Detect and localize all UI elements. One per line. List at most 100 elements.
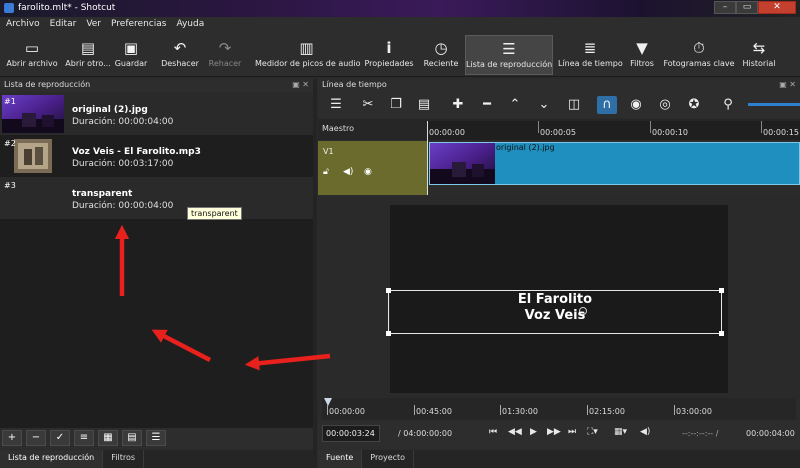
playlist-item[interactable]: #3 transparent Duración: 00:00:04:00 [0,177,313,219]
timeline-panel-title: Línea de tiempo [322,80,387,89]
remove-icon[interactable]: − [26,430,46,446]
info-icon: i [386,39,392,57]
playlist-item[interactable]: #2 Voz Veis - El Farolito.mp3 Duración: … [0,135,313,177]
track-header-v1[interactable]: V1 🔓︎ ◀︎) ◉ [318,141,427,195]
playlist-button[interactable]: ☰ Lista de reproducción [465,35,553,75]
visibility-eye-icon[interactable]: ◉ [364,167,372,177]
shotcut-window: farolito.mlt* - Shotcut – ▭ ✕ Archivo Ed… [0,0,800,468]
ruler-label: 00:00:15 [763,128,799,137]
paste-icon[interactable]: ▤ [414,96,434,114]
panel-splitter[interactable] [313,79,317,468]
playlist-item[interactable]: #1 original (2).jpg Duración: 00:00:04:0… [0,93,313,135]
audio-meter-icon: ▥ [299,39,314,57]
zoom-slider[interactable] [748,103,800,106]
snap-magnet-icon[interactable]: ∩ [597,96,617,114]
list-icon: ☰ [502,40,516,58]
panel-float-close-icons[interactable]: ▣ ✕ [779,80,796,89]
open-other-icon: ▤ [80,39,96,57]
fast-forward-icon[interactable]: ▶▶ [547,427,561,437]
copy-icon[interactable]: ❐ [386,96,406,114]
icons-view-icon[interactable]: ▤ [122,430,142,446]
menu-preferencias[interactable]: Preferencias [105,17,170,33]
viewer-scrub-ruler[interactable] [322,398,796,420]
split-icon[interactable]: ◫ [564,96,584,114]
menu-editar[interactable]: Editar [44,17,81,33]
panel-float-close-icons[interactable]: ▣ ✕ [292,80,309,89]
resize-handle[interactable] [386,331,391,336]
redo-icon: ↷ [218,39,232,57]
playlist-toolbar: + − ✓ ≡ ▦ ▤ ☰ [0,428,313,449]
maximize-button[interactable]: ▭ [736,1,758,14]
mute-speaker-icon[interactable]: ◀︎) [343,167,353,177]
rewind-icon[interactable]: ◀◀ [508,427,522,437]
filters-button[interactable]: ▼ Filtros [627,35,657,75]
timecode-input[interactable]: 00:00:03:24 [322,425,380,442]
add-icon[interactable]: + [2,430,22,446]
menu-ayuda[interactable]: Ayuda [170,17,208,33]
viewer-ruler-label: 02:15:00 [589,407,625,416]
lock-icon[interactable]: 🔓︎ [323,167,329,177]
zoom-fit-icon[interactable]: ⛶▾ [587,427,598,437]
timeline-ruler[interactable]: 00:00:00 00:00:05 00:00:10 00:00:15 [427,121,800,140]
viewer-ruler-label: 00:00:00 [329,407,365,416]
properties-button[interactable]: i Propiedades [364,35,414,75]
history-icon: ⇆ [752,39,766,57]
timecode-total: / 04:00:00:00 [398,429,453,438]
stopwatch-icon: ⏱ [693,39,705,57]
append-icon[interactable]: ✚ [448,96,468,114]
audio-peak-meter-button[interactable]: ▥ Medidor de picos de audio [255,35,361,75]
tab-project[interactable]: Proyecto [362,450,415,468]
menu-archivo[interactable]: Archivo [0,17,44,33]
ripple-delete-icon[interactable]: ━ [477,96,497,114]
tab-playlist[interactable]: Lista de reproducción [0,450,104,468]
playlist-item-name: transparent [72,189,133,199]
ripple-icon[interactable]: ◎ [655,96,675,114]
timeline-button[interactable]: ≣ Línea de tiempo [558,35,623,75]
open-file-button[interactable]: ▭ Abrir archivo [2,35,62,75]
play-icon[interactable]: ▶ [530,427,537,437]
filter-icon: ▼ [636,39,648,57]
grid-icon[interactable]: ▦▾ [614,427,627,437]
menu-icon[interactable]: ☰ [146,430,166,446]
open-other-button[interactable]: ▤ Abrir otro... [64,35,112,75]
update-check-icon[interactable]: ✓ [50,430,70,446]
ruler-label: 00:00:10 [652,128,688,137]
tab-source[interactable]: Fuente [318,450,363,468]
timeline-toolbar: ☰ ✂ ❐ ▤ ✚ ━ ⌃ ⌄ ◫ ∩ ◉ ◎ ✪ ⚲ [318,93,800,118]
main-toolbar: ▭ Abrir archivo ▤ Abrir otro... ▣ Guarda… [0,33,800,77]
timeline-panel-header: Línea de tiempo ▣ ✕ [318,79,800,92]
timeline-menu-icon[interactable]: ☰ [326,96,346,114]
resize-handle[interactable] [719,331,724,336]
playlist-list[interactable]: #1 original (2).jpg Duración: 00:00:04:0… [0,93,313,428]
lift-icon[interactable]: ⌃ [505,96,525,114]
minimize-button[interactable]: – [714,1,736,14]
save-button[interactable]: ▣ Guardar [113,35,149,75]
details-view-icon[interactable]: ≡ [74,430,94,446]
volume-icon[interactable]: ◀︎) [640,427,650,437]
recent-button[interactable]: ◷ Reciente [421,35,461,75]
playlist-item-duration: Duración: 00:03:17:00 [72,159,174,169]
menu-ver[interactable]: Ver [80,17,105,33]
timeline-playhead[interactable] [427,121,428,195]
tooltip: transparent [187,207,242,220]
history-button[interactable]: ⇆ Historial [741,35,777,75]
cut-icon[interactable]: ✂ [358,96,378,114]
undo-button[interactable]: ↶ Deshacer [159,35,201,75]
playlist-item-name: original (2).jpg [72,105,148,115]
keyframes-button[interactable]: ⏱ Fotogramas clave [662,35,736,75]
skip-next-icon[interactable]: ⏭ [568,427,576,437]
overwrite-icon[interactable]: ⌄ [534,96,554,114]
playlist-item-duration: Duración: 00:00:04:00 [72,117,174,127]
zoom-out-icon[interactable]: ⚲ [718,96,738,114]
skip-previous-icon[interactable]: ⏮ [489,427,497,437]
viewer-ruler-label: 01:30:00 [502,407,538,416]
viewer-ruler-label: 03:00:00 [676,407,712,416]
ripple-all-icon[interactable]: ✪ [684,96,704,114]
window-controls: – ▭ ✕ [714,1,796,15]
tab-filters[interactable]: Filtros [103,450,145,468]
tiles-view-icon[interactable]: ▦ [98,430,118,446]
close-button[interactable]: ✕ [758,1,796,14]
redo-button[interactable]: ↷ Rehacer [206,35,244,75]
playlist-item-duration: Duración: 00:00:04:00 [72,201,174,211]
scrub-eye-icon[interactable]: ◉ [626,96,646,114]
